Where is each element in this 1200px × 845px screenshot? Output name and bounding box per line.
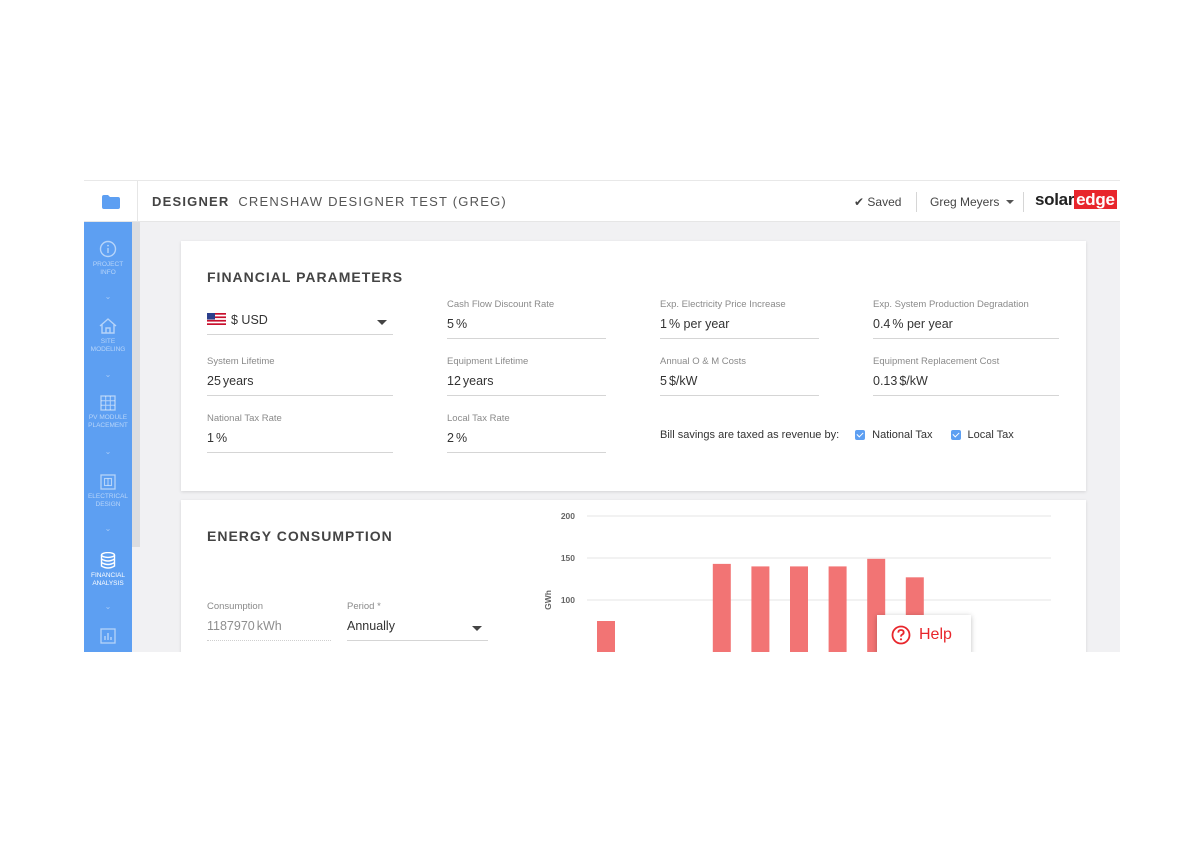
database-icon <box>100 552 116 569</box>
divider <box>1023 192 1024 212</box>
sidebar-item-project-info[interactable]: PROJECT INFO <box>84 240 132 277</box>
sidebar-item-financial-analysis[interactable]: FINANCIAL ANALYSIS <box>84 552 132 588</box>
chart-bar <box>597 621 615 652</box>
help-button[interactable]: Help <box>877 615 971 652</box>
bill-savings-label: Bill savings are taxed as revenue by: <box>660 429 840 441</box>
y-tick-label: 200 <box>561 511 575 521</box>
sidebar-item-report[interactable] <box>84 628 132 644</box>
sidebar-item-label: SITE MODELING <box>90 338 126 353</box>
consumption-field[interactable]: Consumption 1187970 kWh <box>207 601 331 641</box>
national-tax-checkbox[interactable] <box>855 430 866 440</box>
local-tax-checkbox[interactable] <box>950 430 961 440</box>
sidebar-scrollbar[interactable] <box>132 222 140 547</box>
y-axis-label: GWh <box>543 590 553 610</box>
user-name: Greg Meyers <box>930 195 1000 209</box>
chevron-down-icon <box>1006 200 1015 204</box>
sidebar-item-site-modeling[interactable]: SITE MODELING <box>84 317 132 354</box>
saved-label: Saved <box>867 195 902 209</box>
card-title: FINANCIAL PARAMETERS <box>207 269 404 285</box>
us-flag-icon <box>207 313 226 325</box>
app-name: DESIGNER <box>152 194 230 209</box>
electricity-price-increase-field[interactable]: Exp. Electricity Price Increase 1% per y… <box>660 299 819 339</box>
user-menu[interactable]: Greg Meyers <box>930 195 1015 209</box>
logo-text-solar: solar <box>1035 190 1075 209</box>
chevron-down-icon <box>377 320 387 325</box>
report-icon <box>100 628 116 644</box>
saved-status: ✔ Saved <box>854 195 901 209</box>
consumption-chart: 200 150 100 GWh <box>543 511 1051 652</box>
top-bar: DESIGNER CRENSHAW DESIGNER TEST (GREG) ✔… <box>84 180 1120 223</box>
chevron-down-icon: ⌄ <box>104 292 112 301</box>
sidebar-item-label: PV MODULE PLACEMENT <box>88 414 128 429</box>
annual-om-costs-field[interactable]: Annual O & M Costs 5 $/kW <box>660 356 819 396</box>
y-tick-label: 150 <box>561 553 575 563</box>
info-icon <box>99 240 117 258</box>
project-title: CRENSHAW DESIGNER TEST (GREG) <box>238 194 507 209</box>
sidebar-item-label: ELECTRICAL DESIGN <box>87 493 129 508</box>
local-tax-checkbox-label[interactable]: Local Tax <box>968 429 1014 441</box>
projects-button[interactable] <box>84 181 138 223</box>
help-label: Help <box>919 626 952 643</box>
period-select[interactable]: Period * Annually <box>347 601 488 641</box>
currency-select[interactable]: $ USD <box>207 311 393 335</box>
card-title: ENERGY CONSUMPTION <box>207 528 393 544</box>
sidebar: PROJECT INFO ⌄ SITE MODELING ⌄ PV MODULE PL… <box>84 222 132 652</box>
financial-parameters-card: FINANCIAL PARAMETERS $ USD Cash Flow Dis… <box>181 241 1086 491</box>
national-tax-checkbox-label[interactable]: National Tax <box>872 429 932 441</box>
sidebar-item-label: FINANCIAL ANALYSIS <box>91 572 125 587</box>
system-lifetime-field[interactable]: System Lifetime 25 years <box>207 356 393 396</box>
chevron-down-icon: ⌄ <box>104 602 112 611</box>
check-icon: ✔ <box>854 195 865 209</box>
logo-text-edge: edge <box>1074 190 1117 209</box>
bill-savings-tax-options: Bill savings are taxed as revenue by: Na… <box>660 429 1016 441</box>
divider <box>916 192 917 212</box>
production-degradation-field[interactable]: Exp. System Production Degradation 0.4% … <box>873 299 1059 339</box>
chevron-down-icon: ⌄ <box>104 370 112 379</box>
sidebar-item-label: PROJECT INFO <box>92 261 124 276</box>
local-tax-rate-field[interactable]: Local Tax Rate 2% <box>447 413 606 453</box>
equipment-replacement-cost-field[interactable]: Equipment Replacement Cost 0.13 $/kW <box>873 356 1059 396</box>
chevron-down-icon: ⌄ <box>104 447 112 456</box>
folder-icon <box>101 195 120 209</box>
sidebar-item-pv-module-placement[interactable]: PV MODULE PLACEMENT <box>84 395 132 430</box>
chart-bar <box>790 566 808 652</box>
home-icon <box>99 318 117 334</box>
cash-flow-discount-rate-field[interactable]: Cash Flow Discount Rate 5% <box>447 299 606 339</box>
y-tick-label: 100 <box>561 595 575 605</box>
electrical-icon <box>100 474 116 490</box>
help-icon <box>891 625 911 645</box>
chevron-down-icon <box>472 626 482 631</box>
page-title: DESIGNER CRENSHAW DESIGNER TEST (GREG) <box>152 194 507 209</box>
chart-bar <box>712 563 731 652</box>
national-tax-rate-field[interactable]: National Tax Rate 1% <box>207 413 393 453</box>
sidebar-item-electrical-design[interactable]: ELECTRICAL DESIGN <box>84 474 132 509</box>
grid-icon <box>100 395 116 411</box>
solaredge-logo: solar edge <box>1035 190 1117 210</box>
chart-bar <box>751 566 770 652</box>
chart-bar <box>828 566 847 652</box>
app-window: DESIGNER CRENSHAW DESIGNER TEST (GREG) ✔… <box>84 180 1120 652</box>
equipment-lifetime-field[interactable]: Equipment Lifetime 12 years <box>447 356 606 396</box>
chevron-down-icon: ⌄ <box>104 524 112 533</box>
currency-value: $ USD <box>231 313 268 327</box>
